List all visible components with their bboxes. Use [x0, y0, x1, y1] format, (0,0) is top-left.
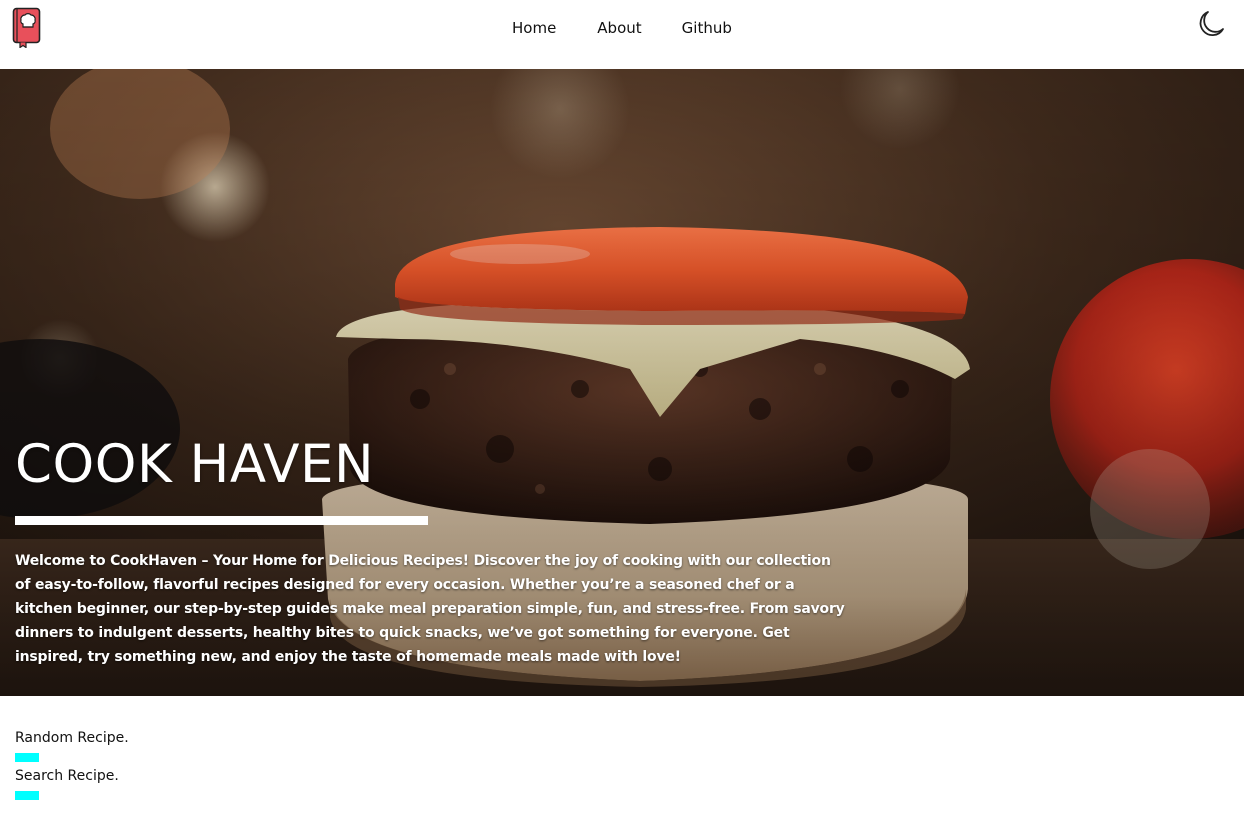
nav-link-about[interactable]: About: [597, 18, 641, 38]
search-recipe-link[interactable]: Search Recipe.: [15, 767, 119, 785]
navbar: Home About Github: [0, 0, 1244, 69]
search-recipe-accent-bar: [15, 791, 39, 800]
main-nav: Home About Github: [512, 18, 732, 38]
nav-link-home[interactable]: Home: [512, 18, 556, 38]
random-recipe-accent-bar: [15, 753, 39, 762]
random-recipe-link[interactable]: Random Recipe.: [15, 729, 129, 747]
nav-link-github[interactable]: Github: [682, 18, 732, 38]
hero-title: COOK HAVEN: [15, 434, 375, 495]
logo[interactable]: [12, 6, 42, 49]
chef-recipe-book-icon: [12, 7, 41, 49]
moon-icon: [1199, 11, 1224, 36]
hero-title-underline: [15, 516, 428, 525]
hero-description: Welcome to CookHaven – Your Home for Del…: [15, 553, 845, 665]
theme-toggle-button[interactable]: [1196, 9, 1226, 39]
hero-section: COOK HAVEN Welcome to CookHaven – Your H…: [0, 69, 1244, 696]
